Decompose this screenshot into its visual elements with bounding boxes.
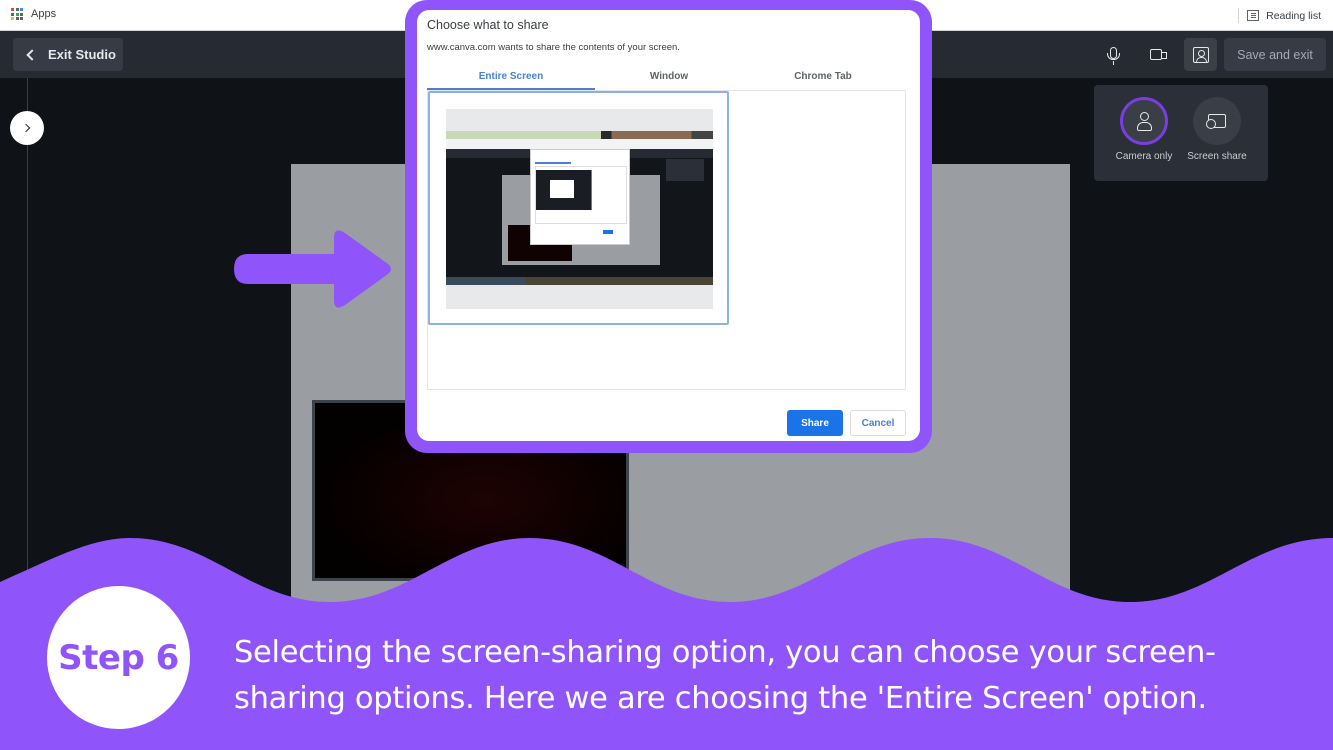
presenter-view-button[interactable]: [1184, 38, 1217, 71]
microphone-button[interactable]: [1097, 38, 1130, 71]
share-source-panel: [427, 90, 906, 390]
screen-preview-image: [446, 109, 713, 309]
tab-window[interactable]: Window: [595, 68, 743, 90]
save-and-exit-button[interactable]: Save and exit: [1224, 38, 1326, 71]
screen-share-label: Screen share: [1187, 151, 1247, 162]
caption-line: sharing options. Here we are choosing th…: [234, 681, 1207, 716]
microphone-icon: [1107, 46, 1120, 65]
tutorial-caption: Selecting the screen-sharing option, you…: [234, 630, 1324, 722]
apps-label: Apps: [31, 8, 57, 20]
screen-share-icon: [1206, 114, 1226, 129]
camera-only-label: Camera only: [1115, 151, 1173, 162]
exit-studio-button[interactable]: Exit Studio: [13, 38, 123, 71]
apps-grid-icon: [11, 8, 23, 20]
dialog-title: Choose what to share: [427, 18, 549, 32]
person-icon: [1137, 112, 1152, 131]
tab-chrome-tab[interactable]: Chrome Tab: [743, 68, 903, 90]
reading-list-label: Reading list: [1266, 9, 1321, 22]
dialog-subtitle: www.canva.com wants to share the content…: [427, 42, 680, 53]
bookmark-apps[interactable]: Apps: [11, 8, 56, 20]
cancel-button[interactable]: Cancel: [850, 410, 906, 436]
camera-only-option[interactable]: Camera only: [1104, 97, 1184, 162]
screen-share-option[interactable]: Screen share: [1177, 97, 1257, 162]
chevron-left-icon: [26, 48, 38, 61]
entire-screen-thumbnail[interactable]: [428, 91, 729, 325]
camera-button[interactable]: [1141, 38, 1174, 71]
step-badge: Step 6: [47, 586, 190, 729]
recording-mode-panel: Camera only Screen share: [1094, 85, 1268, 181]
reading-list-button[interactable]: Reading list: [1238, 8, 1321, 23]
share-tabs: Entire Screen Window Chrome Tab: [427, 68, 907, 90]
share-screen-dialog: Choose what to share www.canva.com wants…: [417, 10, 920, 441]
tab-entire-screen[interactable]: Entire Screen: [427, 68, 595, 90]
camera-icon: [1149, 49, 1167, 60]
pointer-arrow-icon: [234, 230, 391, 308]
caption-line: Selecting the screen-sharing option, you…: [234, 635, 1216, 670]
person-frame-icon: [1192, 46, 1209, 63]
chevron-right-icon: [21, 123, 30, 133]
exit-studio-label: Exit Studio: [48, 47, 116, 62]
expand-panel-button[interactable]: [10, 111, 44, 145]
reading-list-icon: [1247, 10, 1260, 21]
share-button[interactable]: Share: [787, 410, 843, 436]
